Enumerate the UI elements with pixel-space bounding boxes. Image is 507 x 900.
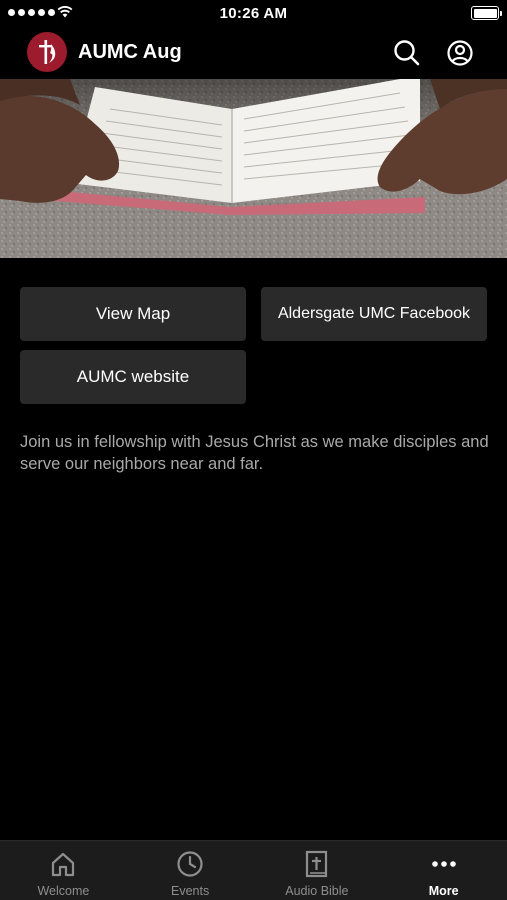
clock-icon: [177, 851, 203, 877]
status-bar: 10:26 AM: [0, 0, 507, 28]
tab-label: Welcome: [37, 884, 90, 898]
status-time: 10:26 AM: [219, 5, 288, 22]
tab-label: Events: [171, 884, 210, 898]
search-button[interactable]: [392, 38, 422, 68]
website-button[interactable]: AUMC website: [20, 350, 246, 404]
view-map-button[interactable]: View Map: [20, 287, 246, 341]
account-button[interactable]: [445, 38, 475, 68]
tab-label: Audio Bible: [285, 884, 349, 898]
more-icon: [431, 861, 456, 867]
description-text: Join us in fellowship with Jesus Christ …: [20, 433, 489, 473]
home-icon: [52, 852, 75, 877]
tab-more[interactable]: More: [380, 841, 507, 900]
search-icon: [394, 40, 420, 66]
tab-bar: Welcome Events Audio Bible More: [0, 840, 507, 900]
tab-events[interactable]: Events: [127, 841, 254, 900]
cross-and-flame-icon: [27, 32, 67, 72]
tab-audio-bible[interactable]: Audio Bible: [254, 841, 381, 900]
bible-icon: [305, 850, 327, 878]
tab-welcome[interactable]: Welcome: [0, 841, 127, 900]
tab-label: More: [428, 884, 459, 898]
open-bible-photo: [0, 79, 507, 258]
facebook-button[interactable]: Aldersgate UMC Facebook: [261, 287, 487, 341]
battery-full-icon: [471, 6, 502, 20]
hero-image: [0, 79, 507, 258]
nav-bar: AUMC Aug: [0, 28, 507, 78]
page-title: AUMC Aug: [78, 41, 182, 63]
account-icon: [447, 40, 473, 66]
